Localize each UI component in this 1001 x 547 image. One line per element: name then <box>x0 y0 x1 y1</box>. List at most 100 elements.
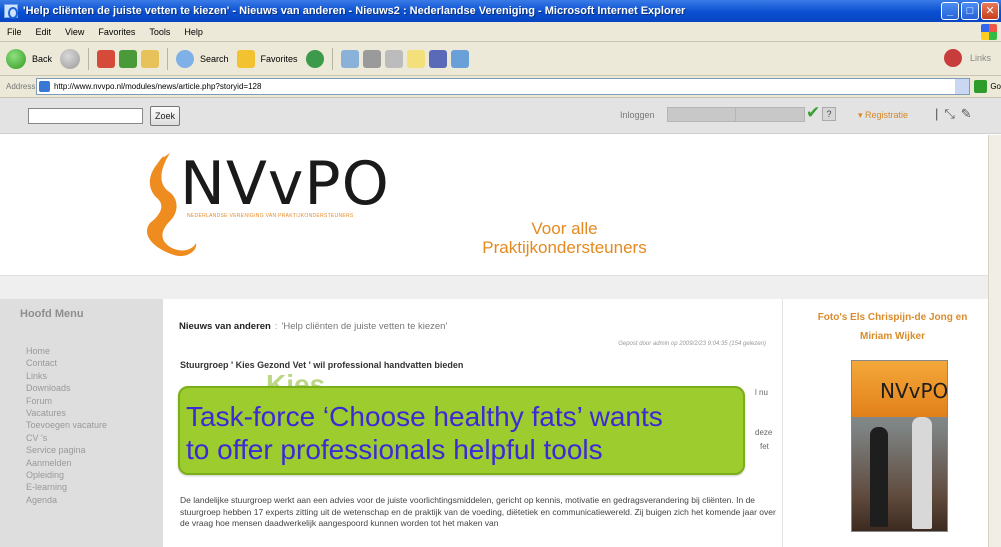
separator: | <box>935 106 939 121</box>
links-label[interactable]: Links <box>970 53 991 63</box>
posted-by-line: Gepost door admin op 2009/2/23 9:04:35 (… <box>618 341 766 347</box>
toolbar-separator <box>167 47 169 70</box>
event-photo[interactable]: NVvPO <box>851 360 948 532</box>
caption-line-2: to offer professionals helpful tools <box>186 434 603 465</box>
menu-link-aanmelden[interactable]: Aanmelden <box>26 457 107 469</box>
menu-link-vacatures[interactable]: Vacatures <box>26 407 107 419</box>
logo-wordmark: NVvPO <box>180 149 390 219</box>
window-titlebar: 'Help cliënten de juiste vetten te kieze… <box>0 0 1001 22</box>
register-link[interactable]: ▾ Registratie <box>858 110 908 121</box>
window-title: 'Help cliënten de juiste vetten te kieze… <box>23 5 686 17</box>
menu-view[interactable]: View <box>58 27 91 37</box>
back-arrow-icon[interactable] <box>6 48 26 69</box>
addon-icon[interactable] <box>943 49 962 67</box>
history-icon[interactable] <box>305 49 324 68</box>
windows-logo-icon <box>981 24 997 40</box>
site-tagline: Voor alle Praktijkondersteuners <box>452 219 677 257</box>
menu-help[interactable]: Help <box>177 27 210 37</box>
menu-tools[interactable]: Tools <box>142 27 177 37</box>
favorites-button-label[interactable]: Favorites <box>261 54 298 64</box>
discuss-icon[interactable] <box>406 49 425 68</box>
login-help-icon[interactable]: ? <box>822 107 836 121</box>
forward-arrow-icon[interactable] <box>60 48 81 69</box>
menu-link-opleiding[interactable]: Opleiding <box>26 469 107 481</box>
person-figure <box>870 427 888 527</box>
menu-file[interactable]: File <box>0 27 29 37</box>
address-bar: Address http://www.nvvpo.nl/modules/news… <box>0 76 1001 98</box>
go-arrow-icon[interactable] <box>974 80 988 93</box>
site-search-input[interactable] <box>28 107 143 124</box>
main-menu-list: Home Contact Links Downloads Forum Vacat… <box>26 345 107 506</box>
toolbar-separator <box>88 47 90 70</box>
page-scrollbar[interactable] <box>988 135 1001 547</box>
search-icon[interactable] <box>176 49 195 68</box>
address-url[interactable]: http://www.nvvpo.nl/modules/news/article… <box>54 82 261 91</box>
close-button[interactable]: ✕ <box>981 2 999 20</box>
go-button[interactable]: Go <box>970 80 1001 93</box>
menu-link-cvs[interactable]: CV 's <box>26 432 107 444</box>
breadcrumb-separator: : <box>274 321 278 332</box>
menu-link-contact[interactable]: Contact <box>26 357 107 369</box>
browser-toolbar: Back Search Favorites Links <box>0 42 1001 76</box>
tagline-line-2: Praktijkondersteuners <box>482 238 647 257</box>
edit-icon[interactable] <box>384 49 403 68</box>
article-body: De landelijke stuurgroep werkt aan een a… <box>180 495 776 528</box>
address-label: Address <box>6 82 36 91</box>
minimize-button[interactable]: _ <box>941 2 959 20</box>
maximize-button[interactable]: □ <box>961 2 979 20</box>
photo-logo-text: NVvPO <box>880 379 948 403</box>
go-label[interactable]: Go <box>990 82 1001 91</box>
main-menu-title: Hoofd Menu <box>20 308 84 320</box>
mail-icon[interactable] <box>340 49 359 68</box>
font-size-icon[interactable]: ⤡ <box>944 106 954 122</box>
left-menu: Hoofd Menu Home Contact Links Downloads … <box>0 299 163 547</box>
menu-link-e-learning[interactable]: E-learning <box>26 481 107 493</box>
photo-title-line-2: Miriam Wijker <box>860 331 925 342</box>
stop-icon[interactable] <box>97 49 116 68</box>
print-icon[interactable] <box>362 49 381 68</box>
address-dropdown-icon[interactable] <box>955 79 970 94</box>
login-check-icon[interactable]: ✔ <box>806 103 820 123</box>
toolbar-separator <box>331 47 333 70</box>
page-icon <box>38 81 50 92</box>
person-figure <box>912 417 932 529</box>
toolbar-right: Links <box>943 49 991 67</box>
menu-link-service-pagina[interactable]: Service pagina <box>26 444 107 456</box>
caption-line-1: Task-force ‘Choose healthy fats’ wants <box>186 401 663 432</box>
faint-text-2: deze <box>755 428 773 437</box>
back-button-label[interactable]: Back <box>32 54 52 64</box>
menu-link-home[interactable]: Home <box>26 345 107 357</box>
messenger-icon[interactable] <box>428 49 447 68</box>
menu-edit[interactable]: Edit <box>29 27 59 37</box>
zoek-button[interactable]: Zoek <box>150 105 181 126</box>
menu-link-toevoegen-vacature[interactable]: Toevoegen vacature <box>26 419 107 431</box>
menu-link-forum[interactable]: Forum <box>26 395 107 407</box>
site-topbar: Zoek Inloggen ✔ ? ▾ Registratie | ⤡ ✎ <box>0 98 1001 134</box>
menubar: File Edit View Favorites Tools Help <box>0 22 1001 42</box>
site-tool-icons: | ⤡ ✎ <box>935 106 972 122</box>
address-input[interactable]: http://www.nvvpo.nl/modules/news/article… <box>35 78 971 95</box>
menu-link-agenda[interactable]: Agenda <box>26 494 107 506</box>
photo-block-title: Foto's Els Chrispijn-de Jong en Miriam W… <box>783 308 1001 346</box>
internet-explorer-icon <box>4 4 18 19</box>
article-title: 'Help cliënten de juiste vetten te kieze… <box>281 321 448 332</box>
home-icon[interactable] <box>141 49 160 68</box>
edit-pencil-icon[interactable]: ✎ <box>961 106 972 122</box>
right-column: Foto's Els Chrispijn-de Jong en Miriam W… <box>782 299 1001 547</box>
password-field[interactable] <box>735 107 805 122</box>
username-field[interactable] <box>667 107 737 122</box>
menu-link-links[interactable]: Links <box>26 370 107 382</box>
logo-subtitle: NEDERLANDSE VERENIGING VAN PRAKTIJKONDER… <box>187 213 354 219</box>
refresh-icon[interactable] <box>119 49 138 68</box>
header-divider-strip <box>0 275 1001 299</box>
menu-link-downloads[interactable]: Downloads <box>26 382 107 394</box>
menu-favorites[interactable]: Favorites <box>91 27 142 37</box>
favorites-star-icon[interactable] <box>236 49 255 68</box>
login-label: Inloggen <box>620 110 655 120</box>
breadcrumb: Nieuws van anderen: 'Help cliënten de jui… <box>179 321 447 332</box>
research-icon[interactable] <box>450 49 469 68</box>
faint-text-1: l nu <box>755 388 768 397</box>
search-button-label[interactable]: Search <box>200 54 229 64</box>
caption-overlay: Task-force ‘Choose healthy fats’ wants t… <box>178 386 745 475</box>
breadcrumb-section[interactable]: Nieuws van anderen <box>179 321 271 332</box>
